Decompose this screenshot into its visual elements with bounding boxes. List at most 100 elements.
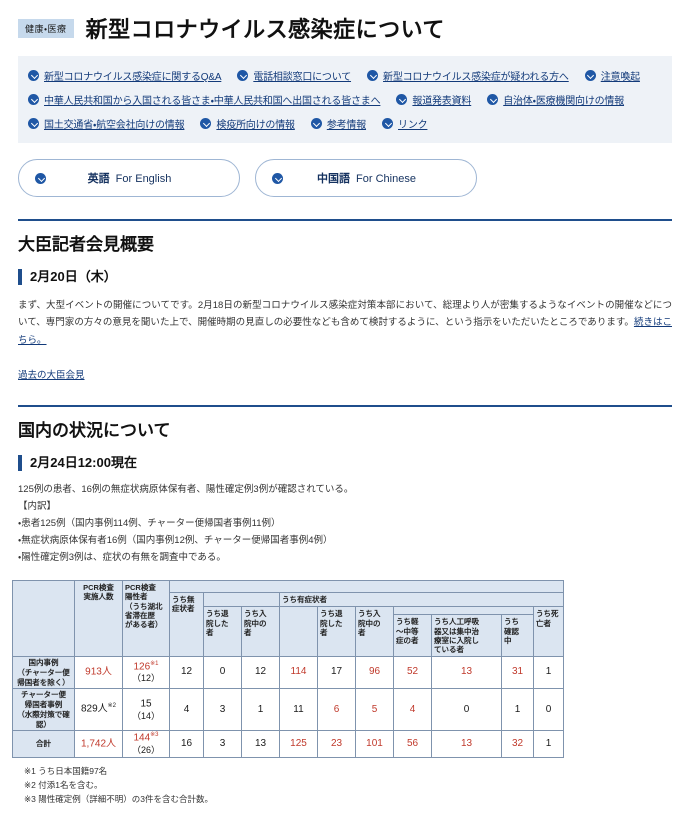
page-title: 新型コロナウイルス感染症について	[85, 17, 445, 42]
link-label: 注意喚起	[600, 72, 640, 83]
cell-pcr-tested: 829人※2	[74, 688, 123, 732]
chevron-circle-icon	[367, 70, 379, 81]
past-press-conferences-link[interactable]: 過去の大臣会見	[18, 367, 85, 381]
header-pcr-positive: PCR検査 陽性者 （うち湖北 省滞在歴 がある者）	[122, 580, 170, 658]
quick-links-row-2: 中華人民共和国から入国される皆さま・中華人民共和国へ出国される皆さまへ 報道発表…	[28, 92, 662, 107]
english-language-button[interactable]: 英語 For English	[18, 159, 240, 197]
cell-sym-discharged: 6	[317, 688, 356, 732]
chevron-circle-icon	[237, 70, 249, 81]
cell-sym-mild: 52	[393, 656, 432, 690]
cell-deceased: 1	[533, 656, 564, 690]
link-label: 参考情報	[326, 120, 367, 131]
cell-pcr-positive: 144※3 （26）	[122, 730, 170, 759]
header-asymptomatic-group: うち無 症状者	[169, 592, 204, 658]
table-row: チャーター便 帰国者事例 （水際対策で確 認） 829人※2 15 （14） 4…	[12, 688, 564, 732]
cell-sym-hospitalized: 96	[355, 656, 394, 690]
chevron-circle-icon	[396, 94, 408, 105]
cell-asym-discharged: 3	[203, 688, 242, 732]
link-label: 国土交通省・航空会社向けの情報	[44, 120, 185, 131]
cell-subvalue: （14）	[131, 710, 160, 721]
link-covid-qa[interactable]: 新型コロナウイルス感染症に関するQ&A	[28, 68, 222, 83]
cell-sym-discharged: 23	[317, 730, 356, 759]
header-corner-blank	[12, 580, 75, 658]
chinese-language-button[interactable]: 中国語 For Chinese	[255, 159, 477, 197]
header-sym-severe: うち人工呼吸 器又は集中治 療室に入院し ている者	[431, 614, 502, 658]
section-divider	[18, 405, 672, 408]
link-mlit-airlines[interactable]: 国土交通省・航空会社向けの情報	[28, 116, 185, 131]
link-label: リンク	[398, 120, 428, 131]
english-button-label-jp: 英語	[87, 173, 110, 185]
link-phone-consultation[interactable]: 電話相談窓口について	[237, 68, 351, 83]
header-asym-discharged: うち退 院した 者	[203, 606, 242, 658]
english-button-label: 英語 For English	[46, 170, 239, 186]
cell-sym-checking: 32	[501, 730, 534, 759]
chinese-button-label-jp: 中国語	[317, 173, 351, 185]
link-label: 電話相談窓口について	[253, 72, 352, 83]
summary-line: ・無症状病原体保有者16例（国内事例12例、チャーター便帰国者事例4例）	[18, 535, 333, 547]
header-pcr-tested: PCR検査 実施人数	[74, 580, 123, 658]
chevron-circle-icon	[310, 118, 322, 129]
cell-sym-severe: 0	[431, 688, 502, 732]
cell-asym-discharged: 3	[203, 730, 242, 759]
cell-sym-total: 114	[279, 656, 318, 690]
link-suspected-infection[interactable]: 新型コロナウイルス感染症が疑われる方へ	[367, 68, 569, 83]
header-asym-spacer	[203, 592, 280, 608]
row-label-charter: チャーター便 帰国者事例 （水際対策で確 認）	[12, 688, 75, 732]
cell-value: 1,742人	[80, 738, 117, 750]
domestic-date-heading: 2月24日12:00現在	[18, 455, 672, 471]
table-header-row-1: PCR検査 実施人数 PCR検査 陽性者 （うち湖北 省滞在歴 がある者）	[12, 580, 564, 658]
header-deceased: うち死 亡者	[533, 606, 564, 658]
summary-line: ・陽性確定例3例は、症状の有無を調査中である。	[18, 552, 226, 564]
header-sym-mild: うち軽 ～中等 症の者	[393, 614, 432, 658]
header-symptomatic-total	[279, 606, 318, 658]
cell-value: 15	[140, 698, 152, 710]
minister-body-paragraph: まず、大型イベントの開催についてです。2月18日の新型コロナウイルス感染症対策本…	[18, 299, 672, 329]
cell-sym-mild: 4	[393, 688, 432, 732]
quick-links-row-1: 新型コロナウイルス感染症に関するQ&A 電話相談窓口について 新型コロナウイルス…	[28, 68, 662, 83]
minister-section-heading: 大臣記者会見概要	[18, 235, 154, 254]
link-links[interactable]: リンク	[382, 116, 428, 131]
link-local-government-medical[interactable]: 自治体・医療機関向けの情報	[487, 92, 624, 107]
cell-subvalue: （26）	[131, 745, 160, 756]
cell-sym-total: 125	[279, 730, 318, 759]
cell-sym-checking: 31	[501, 656, 534, 690]
cell-sym-severe: 13	[431, 730, 502, 759]
cell-subvalue: （12）	[131, 673, 160, 684]
link-quarantine-stations[interactable]: 検疫所向けの情報	[200, 116, 295, 131]
page-header: 健康・医療 新型コロナウイルス感染症について	[0, 0, 690, 50]
quick-links-row-3: 国土交通省・航空会社向けの情報 検疫所向けの情報 参考情報 リンク	[28, 116, 662, 131]
header-sym-checking: うち 確認 中	[501, 614, 534, 658]
chevron-circle-icon	[28, 70, 39, 81]
cell-pcr-positive: 15 （14）	[122, 688, 170, 732]
header-sym-discharged: うち退 院した 者	[317, 606, 356, 658]
link-reference-info[interactable]: 参考情報	[310, 116, 367, 131]
link-label: 中華人民共和国から入国される皆さま・中華人民共和国へ出国される皆さまへ	[44, 96, 381, 107]
link-press-releases[interactable]: 報道発表資料	[396, 92, 471, 107]
minister-body-text: まず、大型イベントの開催についてです。2月18日の新型コロナウイルス感染症対策本…	[18, 297, 672, 350]
summary-line: 【内訳】	[18, 500, 57, 512]
chevron-circle-icon	[487, 94, 499, 105]
chevron-circle-icon	[382, 118, 394, 129]
cell-asym-total: 4	[169, 688, 204, 732]
row-label-total: 合計	[12, 730, 75, 759]
cell-deceased: 1	[533, 730, 564, 759]
minister-press-conference-section: 大臣記者会見概要 2月20日（木） まず、大型イベントの開催についてです。2月1…	[18, 219, 672, 383]
link-alert[interactable]: 注意喚起	[584, 68, 640, 83]
chevron-circle-icon	[28, 118, 39, 129]
cell-sym-total: 11	[279, 688, 318, 732]
header-asym-hospitalized: うち入 院中の 者	[241, 606, 280, 658]
link-china-travel[interactable]: 中華人民共和国から入国される皆さま・中華人民共和国へ出国される皆さまへ	[28, 92, 381, 107]
cell-asym-discharged: 0	[203, 656, 242, 690]
summary-line: ・患者125例（国内事例114例、チャーター便帰国者事例11例）	[18, 518, 281, 530]
play-circle-icon	[272, 172, 283, 184]
domestic-summary-list: 125例の患者、16例の無症状病原体保有者、陽性確定例3例が確認されている。 【…	[18, 481, 672, 566]
covid-statistics-table-wrapper: PCR検査 実施人数 PCR検査 陽性者 （うち湖北 省滞在歴 がある者） うち…	[12, 580, 690, 806]
header-symptomatic-group: うち有症状者	[279, 592, 564, 608]
english-button-label-en: For English	[115, 173, 172, 185]
table-row: 合計 1,742人 144※3 （26） 16 3 13 125 23 101 …	[12, 730, 564, 759]
cell-asym-total: 12	[169, 656, 204, 690]
cell-asym-total: 16	[169, 730, 204, 759]
chinese-button-label-en: For Chinese	[356, 173, 416, 185]
cell-sym-hospitalized: 5	[355, 688, 394, 732]
footnote: ※1 うち日本国籍97名	[24, 766, 108, 777]
